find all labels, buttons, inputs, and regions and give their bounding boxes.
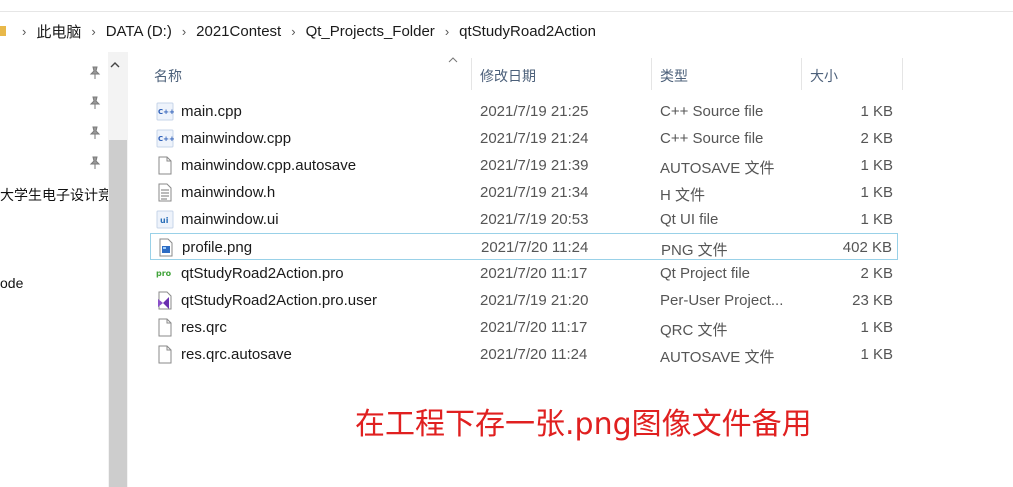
file-type: PNG 文件: [661, 242, 728, 259]
file-date: 2021/7/20 11:24: [480, 346, 588, 363]
file-row[interactable]: C++ mainwindow.cpp 2021/7/19 21:24 C++ S…: [150, 125, 898, 152]
column-divider[interactable]: [651, 58, 652, 90]
chevron-right-icon[interactable]: ›: [291, 24, 295, 39]
file-row[interactable]: C++ main.cpp 2021/7/19 21:25 C++ Source …: [150, 98, 898, 125]
file-name: qtStudyRoad2Action.pro.user: [181, 292, 377, 309]
file-row[interactable]: res.qrc.autosave 2021/7/20 11:24 AUTOSAV…: [150, 341, 898, 368]
folder-icon: [0, 26, 6, 36]
breadcrumb-item[interactable]: DATA (D:): [106, 23, 172, 40]
column-header-type[interactable]: 类型: [660, 66, 688, 86]
file-type: Per-User Project...: [660, 292, 784, 309]
breadcrumb[interactable]: › 此电脑 › DATA (D:) › 2021Contest › Qt_Pro…: [0, 14, 1013, 48]
file-row[interactable]: mainwindow.h 2021/7/19 21:34 H 文件 1 KB: [150, 179, 898, 206]
sort-ascending-icon: [448, 54, 458, 66]
pin-icon[interactable]: [89, 126, 101, 140]
file-size: 2 KB: [860, 265, 893, 282]
file-name: res.qrc: [181, 319, 227, 336]
file-type: QRC 文件: [660, 322, 728, 339]
scroll-up-arrow-icon[interactable]: [110, 60, 120, 72]
pin-icon[interactable]: [89, 66, 101, 80]
svg-text:C++: C++: [158, 108, 174, 116]
file-type: C++ Source file: [660, 130, 764, 147]
file-date: 2021/7/19 21:39: [480, 157, 589, 174]
pin-icon[interactable]: [89, 96, 101, 110]
png-file-icon: [157, 238, 175, 257]
breadcrumb-item[interactable]: 此电脑: [36, 21, 81, 42]
column-divider[interactable]: [801, 58, 802, 90]
column-header-date[interactable]: 修改日期: [480, 66, 536, 86]
file-row[interactable]: ui mainwindow.ui 2021/7/19 20:53 Qt UI f…: [150, 206, 898, 233]
file-row[interactable]: res.qrc 2021/7/20 11:17 QRC 文件 1 KB: [150, 314, 898, 341]
svg-text:pro: pro: [156, 269, 172, 278]
cpp-file-icon: C++: [156, 102, 175, 121]
file-type: AUTOSAVE 文件: [660, 160, 775, 177]
file-type: AUTOSAVE 文件: [660, 349, 775, 366]
file-row-selected[interactable]: profile.png 2021/7/20 11:24 PNG 文件 402 K…: [150, 233, 898, 260]
file-name: profile.png: [182, 239, 253, 256]
breadcrumb-item[interactable]: qtStudyRoad2Action: [459, 23, 596, 40]
nav-item-label[interactable]: ode: [0, 275, 23, 291]
blank-file-icon: [156, 345, 174, 364]
svg-text:C++: C++: [158, 135, 174, 143]
file-name: res.qrc.autosave: [181, 346, 292, 363]
file-size: 1 KB: [860, 211, 893, 228]
file-size: 1 KB: [860, 319, 893, 336]
nav-scrollbar-thumb[interactable]: [109, 140, 127, 487]
file-row[interactable]: qtStudyRoad2Action.pro.user 2021/7/19 21…: [150, 287, 898, 314]
blank-file-icon: [156, 156, 174, 175]
title-bar-strip: [0, 0, 1013, 12]
chevron-right-icon[interactable]: ›: [91, 24, 95, 39]
annotation-text: 在工程下存一张.png图像文件备用: [355, 407, 812, 442]
file-date: 2021/7/19 21:24: [480, 130, 589, 147]
column-header-name[interactable]: 名称: [154, 66, 182, 86]
file-size: 1 KB: [860, 103, 893, 120]
svg-text:ui: ui: [160, 216, 169, 225]
file-type: H 文件: [660, 187, 706, 204]
text-file-icon: [156, 183, 174, 202]
file-row[interactable]: mainwindow.cpp.autosave 2021/7/19 21:39 …: [150, 152, 898, 179]
nav-item-label[interactable]: 大学生电子设计竞: [0, 185, 112, 205]
file-size: 1 KB: [860, 184, 893, 201]
chevron-right-icon[interactable]: ›: [182, 24, 186, 39]
pro-file-icon: pro: [156, 264, 174, 283]
file-name: mainwindow.cpp.autosave: [181, 157, 357, 174]
file-size: 1 KB: [860, 346, 893, 363]
file-size: 1 KB: [860, 157, 893, 174]
pin-icon[interactable]: [89, 156, 101, 170]
navigation-pane: 大学生电子设计竞 ode: [0, 52, 128, 487]
file-date: 2021/7/20 11:17: [480, 265, 588, 282]
file-name: mainwindow.cpp: [181, 130, 292, 147]
column-divider[interactable]: [471, 58, 472, 90]
visual-studio-file-icon: [156, 291, 174, 310]
file-date: 2021/7/19 21:20: [480, 292, 589, 309]
file-type: Qt Project file: [660, 265, 751, 282]
blank-file-icon: [156, 318, 174, 337]
file-row[interactable]: pro qtStudyRoad2Action.pro 2021/7/20 11:…: [150, 260, 898, 287]
cpp-file-icon: C++: [156, 129, 175, 148]
breadcrumb-item[interactable]: 2021Contest: [196, 23, 281, 40]
file-size: 23 KB: [852, 292, 893, 309]
breadcrumb-item[interactable]: Qt_Projects_Folder: [306, 23, 435, 40]
file-size: 2 KB: [860, 130, 893, 147]
file-name: main.cpp: [181, 103, 242, 120]
ui-file-icon: ui: [156, 210, 174, 229]
file-date: 2021/7/20 11:17: [480, 319, 588, 336]
file-date: 2021/7/19 21:25: [480, 103, 589, 120]
file-type: C++ Source file: [660, 103, 764, 120]
file-date: 2021/7/19 21:34: [480, 184, 589, 201]
file-date: 2021/7/19 20:53: [480, 211, 589, 228]
file-type: Qt UI file: [660, 211, 719, 228]
file-name: mainwindow.h: [181, 184, 276, 201]
chevron-right-icon[interactable]: ›: [445, 24, 449, 39]
file-name: mainwindow.ui: [181, 211, 279, 228]
file-date: 2021/7/20 11:24: [481, 239, 589, 256]
column-divider[interactable]: [902, 58, 903, 90]
file-name: qtStudyRoad2Action.pro: [181, 265, 344, 282]
file-size: 402 KB: [842, 239, 892, 256]
column-header-size[interactable]: 大小: [810, 66, 838, 86]
chevron-right-icon[interactable]: ›: [22, 24, 26, 39]
